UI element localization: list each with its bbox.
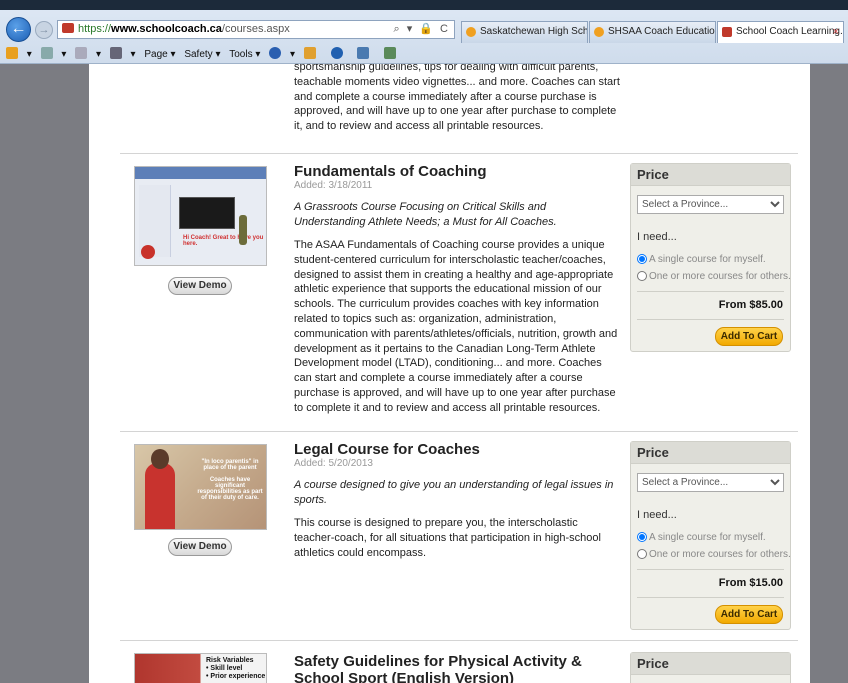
url-host: www.schoolcoach.ca	[111, 23, 222, 35]
extension-icon[interactable]	[303, 46, 322, 64]
browser-chrome: ← → https://www.schoolcoach.ca/courses.a…	[0, 0, 848, 64]
option-label: One or more courses for others.	[649, 549, 791, 560]
address-actions-icon[interactable]: ⌕ ▾ 🔒 C	[394, 21, 451, 38]
command-bar: ▾ ▾ ▾ ▾ Page ▾ Safety ▾ Tools ▾ ▾	[0, 46, 848, 64]
add-to-cart-button[interactable]: Add To Cart	[715, 605, 783, 624]
course-thumbnail[interactable]: Hi Coach! Great to have you here.	[134, 166, 267, 266]
province-select[interactable]: Select a Province...	[637, 195, 784, 214]
ie-favicon-icon	[594, 27, 604, 37]
divider	[637, 291, 784, 292]
price-panel: Price	[630, 652, 791, 683]
need-label: I need...	[637, 231, 677, 243]
thumbnail-item: • Skill level	[206, 665, 243, 672]
single-course-option[interactable]: A single course for myself.	[637, 532, 766, 543]
divider	[637, 319, 784, 320]
navigation-row: ← → https://www.schoolcoach.ca/courses.a…	[0, 17, 848, 43]
province-select[interactable]: Select a Province...	[637, 473, 784, 492]
thumbnail-quote: "In loco parentis" in place of the paren…	[201, 459, 259, 471]
multi-course-option[interactable]: One or more courses for others.	[637, 271, 791, 282]
site-favicon-icon	[62, 23, 74, 33]
window-titlebar	[0, 0, 848, 10]
price-panel: Price Select a Province... I need... A s…	[630, 163, 791, 352]
thumbnail-chalkboard	[179, 197, 235, 229]
multi-course-radio[interactable]	[637, 549, 647, 559]
thumbnail-text: Coaches have significant responsibilitie…	[197, 477, 263, 501]
safety-menu[interactable]: Safety ▾	[184, 46, 220, 64]
url-path: /courses.aspx	[221, 23, 290, 35]
course-tagline: A Grassroots Course Focusing on Critical…	[294, 201, 557, 228]
course-price: From $15.00	[718, 577, 783, 589]
thumbnail-presenter	[145, 463, 175, 529]
course-thumbnail[interactable]: Risk Variables • Skill level • Prior exp…	[134, 653, 267, 683]
multi-course-option[interactable]: One or more courses for others.	[637, 549, 791, 560]
extension-icon[interactable]	[384, 46, 402, 64]
home-icon[interactable]: ▾	[6, 46, 32, 64]
single-course-radio[interactable]	[637, 254, 647, 264]
multi-course-radio[interactable]	[637, 271, 647, 281]
course-title[interactable]: Fundamentals of Coaching	[294, 163, 624, 180]
view-demo-button[interactable]: View Demo	[168, 538, 232, 556]
url-scheme: https://	[78, 23, 112, 35]
ball-icon	[141, 245, 155, 259]
print-icon[interactable]: ▾	[109, 46, 136, 64]
page-menu[interactable]: Page ▾	[144, 46, 175, 64]
price-panel: Price Select a Province... I need... A s…	[630, 441, 791, 630]
previous-course-description: sportsmanship guidelines, tips for deali…	[294, 64, 620, 133]
need-label: I need...	[637, 509, 677, 521]
tab-label: School Coach Learning...	[736, 26, 844, 37]
course-thumbnail[interactable]: "In loco parentis" in place of the paren…	[134, 444, 267, 530]
course-price: From $85.00	[718, 299, 783, 311]
back-button[interactable]: ←	[6, 17, 31, 42]
option-label: A single course for myself.	[649, 254, 766, 265]
tab-school-coach[interactable]: School Coach Learning... ×	[717, 21, 844, 43]
price-heading: Price	[631, 653, 790, 675]
course-tagline: A course designed to give you an underst…	[294, 479, 614, 506]
course-title[interactable]: Legal Course for Coaches	[294, 441, 624, 458]
ie-favicon-icon	[466, 27, 476, 37]
thumbnail-risk-text: Risk Variables • Skill level • Prior exp…	[206, 657, 265, 681]
tools-menu[interactable]: Tools ▾	[229, 46, 260, 64]
view-demo-button[interactable]: View Demo	[168, 277, 232, 295]
tab-label: SHSAA Coach Education a...	[608, 26, 716, 37]
course-title[interactable]: Safety Guidelines for Physical Activity …	[294, 653, 624, 683]
divider	[637, 569, 784, 570]
tab-label: Saskatchewan High Schoo...	[480, 26, 588, 37]
thumbnail-presenter-head	[151, 449, 169, 469]
course-description: This course is designed to prepare you, …	[294, 517, 601, 559]
price-heading: Price	[631, 164, 790, 186]
thumbnail-caption: Hi Coach! Great to have you here.	[183, 235, 264, 247]
extension-icon[interactable]	[330, 46, 349, 64]
tab-saskatchewan[interactable]: Saskatchewan High Schoo...	[461, 21, 588, 43]
course-item-legal: "In loco parentis" in place of the paren…	[120, 431, 798, 641]
page-viewport[interactable]: sportsmanship guidelines, tips for deali…	[0, 64, 848, 683]
address-bar[interactable]: https://www.schoolcoach.ca/courses.aspx …	[57, 20, 455, 39]
course-item-safety: Risk Variables • Skill level • Prior exp…	[120, 640, 798, 683]
thumbnail-heading: Risk Variables	[206, 657, 254, 664]
mail-icon[interactable]: ▾	[75, 46, 101, 64]
option-label: A single course for myself.	[649, 532, 766, 543]
option-label: One or more courses for others.	[649, 271, 791, 282]
site-favicon-icon	[722, 27, 732, 37]
single-course-option[interactable]: A single course for myself.	[637, 254, 766, 265]
price-heading: Price	[631, 442, 790, 464]
thumbnail-item: • Prior experience	[206, 673, 266, 680]
tab-shsaa[interactable]: SHSAA Coach Education a...	[589, 21, 716, 43]
thumbnail-figure	[239, 215, 247, 245]
help-icon[interactable]: ▾	[269, 46, 295, 64]
course-description: The ASAA Fundamentals of Coaching course…	[294, 239, 618, 414]
divider	[637, 597, 784, 598]
feeds-icon[interactable]: ▾	[40, 46, 66, 64]
course-added-date: Added: 3/18/2011	[294, 180, 373, 191]
forward-button[interactable]: →	[35, 21, 53, 39]
close-tab-icon[interactable]: ×	[833, 22, 839, 42]
course-list: sportsmanship guidelines, tips for deali…	[89, 64, 810, 683]
course-item-fundamentals: Hi Coach! Great to have you here. View D…	[120, 153, 798, 433]
extension-icon[interactable]	[357, 46, 375, 64]
add-to-cart-button[interactable]: Add To Cart	[715, 327, 783, 346]
course-added-date: Added: 5/20/2013	[294, 458, 373, 469]
single-course-radio[interactable]	[637, 532, 647, 542]
